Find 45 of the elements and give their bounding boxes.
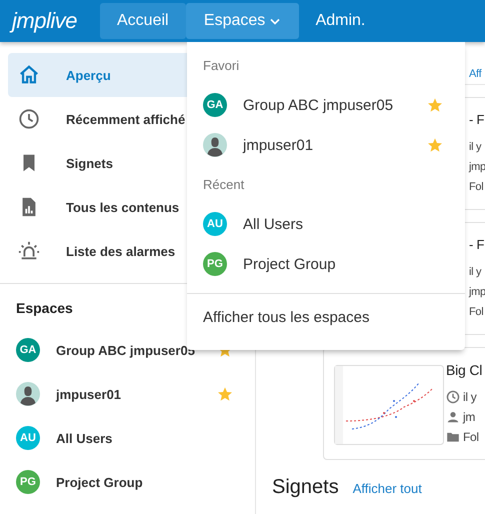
menu-item[interactable]: jmpuser01	[187, 125, 465, 165]
space-item[interactable]: PG Project Group	[16, 460, 255, 504]
card-author: jmp	[469, 286, 485, 298]
menu-item[interactable]: AU All Users	[187, 204, 465, 244]
clock-icon	[446, 390, 460, 404]
view-all-link[interactable]: Aff	[469, 68, 482, 80]
card-title[interactable]: Big Cl	[446, 362, 482, 386]
avatar: GA	[16, 338, 40, 362]
avatar-icon	[203, 133, 227, 157]
card-title[interactable]: - F	[469, 112, 485, 136]
avatar: PG	[16, 470, 40, 494]
card-time: il y	[469, 266, 482, 278]
view-all-link[interactable]: Afficher tout	[352, 481, 422, 496]
avatar: GA	[203, 93, 227, 117]
card-time: il y	[463, 390, 476, 404]
menu-group-label: Favori	[202, 58, 240, 75]
card-folder: Fol	[469, 306, 484, 318]
card-author: jmp	[469, 160, 485, 172]
menu-item[interactable]: Afficher tous les espaces	[187, 294, 465, 340]
section-heading: Espaces	[16, 300, 73, 316]
card-folder: Fol	[463, 430, 479, 444]
menu-group-label: Récent	[202, 177, 246, 194]
nav-tab[interactable]: Admin.	[298, 3, 382, 39]
home-icon	[18, 64, 40, 86]
avatar: AU	[16, 426, 40, 450]
alarm-icon	[18, 240, 40, 262]
nav-tab[interactable]: Accueil	[100, 3, 186, 39]
space-item[interactable]: jmpuser01	[16, 372, 255, 416]
card-author: jm	[463, 410, 476, 424]
menu-item[interactable]: PG Project Group	[187, 244, 465, 284]
card-title[interactable]: - F	[469, 237, 485, 261]
avatar: PG	[203, 252, 227, 276]
star-icon[interactable]	[427, 97, 443, 113]
card-folder: Fol	[469, 180, 484, 192]
content-card[interactable]: Big Cl il y jm Fol	[323, 347, 485, 460]
clock-icon	[18, 108, 40, 130]
logo[interactable]: jmplive	[12, 8, 92, 34]
space-item[interactable]: AU All Users	[16, 416, 255, 460]
star-icon[interactable]	[427, 137, 443, 153]
avatar-icon	[16, 382, 40, 406]
section-heading: Signets	[272, 476, 339, 499]
person-icon	[446, 410, 460, 424]
card-time: il y	[469, 140, 482, 152]
avatar: AU	[203, 212, 227, 236]
star-icon[interactable]	[217, 386, 233, 402]
